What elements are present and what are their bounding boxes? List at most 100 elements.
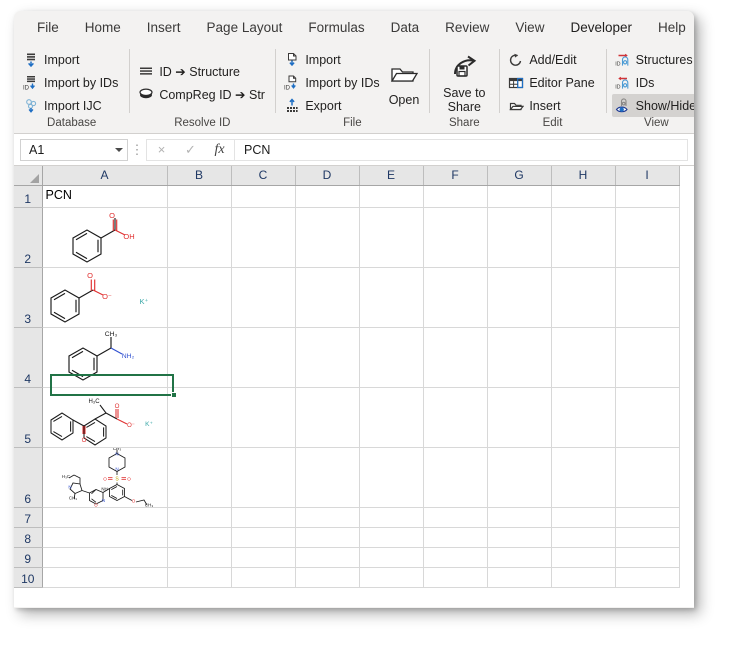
editor-pane-button[interactable]: Editor Pane bbox=[505, 71, 599, 94]
row-header-1[interactable]: 1 bbox=[14, 185, 42, 207]
import-by-ids-file-button[interactable]: ID Import by IDs bbox=[281, 71, 384, 94]
ribbon-tab-home[interactable]: Home bbox=[72, 15, 134, 40]
cell-i5[interactable] bbox=[615, 387, 679, 447]
cell-e1[interactable] bbox=[359, 185, 423, 207]
column-header-h[interactable]: H bbox=[551, 166, 615, 185]
cell-h1[interactable] bbox=[551, 185, 615, 207]
cell-c6[interactable] bbox=[231, 447, 295, 507]
cell-h5[interactable] bbox=[551, 387, 615, 447]
cell-b1[interactable] bbox=[167, 185, 231, 207]
cell-f3[interactable] bbox=[423, 267, 487, 327]
cell-f5[interactable] bbox=[423, 387, 487, 447]
cell-f2[interactable] bbox=[423, 207, 487, 267]
ribbon-tab-file[interactable]: File bbox=[24, 15, 72, 40]
column-header-b[interactable]: B bbox=[167, 166, 231, 185]
cell-e4[interactable] bbox=[359, 327, 423, 387]
cell-c3[interactable] bbox=[231, 267, 295, 327]
fill-handle[interactable] bbox=[171, 392, 177, 398]
cell-b4[interactable] bbox=[167, 327, 231, 387]
cell-d5[interactable] bbox=[295, 387, 359, 447]
cell-c7[interactable] bbox=[231, 507, 295, 527]
cell-h3[interactable] bbox=[551, 267, 615, 327]
add-edit-button[interactable]: Add/Edit bbox=[505, 48, 599, 71]
cell-i9[interactable] bbox=[615, 547, 679, 567]
cell-a5[interactable]: O O O⁻ H₃C K⁺ bbox=[42, 387, 167, 447]
insert-button[interactable]: Insert bbox=[505, 94, 599, 117]
import-database-button[interactable]: Import bbox=[20, 48, 123, 71]
cell-h7[interactable] bbox=[551, 507, 615, 527]
name-box[interactable]: A1 bbox=[20, 139, 128, 161]
import-ijc-button[interactable]: Import IJC bbox=[20, 94, 123, 117]
id-to-structure-button[interactable]: ID ➔ Structure bbox=[135, 60, 270, 83]
cell-g2[interactable] bbox=[487, 207, 551, 267]
cell-c4[interactable] bbox=[231, 327, 295, 387]
ribbon-tab-data[interactable]: Data bbox=[378, 15, 433, 40]
cell-a1[interactable]: PCN bbox=[42, 185, 167, 207]
cell-i7[interactable] bbox=[615, 507, 679, 527]
cell-c5[interactable] bbox=[231, 387, 295, 447]
row-header-6[interactable]: 6 bbox=[14, 447, 42, 507]
open-button[interactable]: Open bbox=[385, 58, 424, 107]
row-header-9[interactable]: 9 bbox=[14, 547, 42, 567]
cell-h2[interactable] bbox=[551, 207, 615, 267]
ribbon-tab-insert[interactable]: Insert bbox=[134, 15, 194, 40]
import-by-ids-database-button[interactable]: ID Import by IDs bbox=[20, 71, 123, 94]
cancel-formula-button[interactable]: × bbox=[147, 140, 176, 160]
row-header-2[interactable]: 2 bbox=[14, 207, 42, 267]
cell-d6[interactable] bbox=[295, 447, 359, 507]
cell-e6[interactable] bbox=[359, 447, 423, 507]
import-file-button[interactable]: Import bbox=[281, 48, 384, 71]
cell-a3[interactable]: O O⁻ K⁺ bbox=[42, 267, 167, 327]
ribbon-tab-view[interactable]: View bbox=[502, 15, 557, 40]
cell-h8[interactable] bbox=[551, 527, 615, 547]
select-all-corner[interactable] bbox=[14, 166, 42, 185]
cell-e3[interactable] bbox=[359, 267, 423, 327]
cell-b10[interactable] bbox=[167, 567, 231, 587]
cell-a4[interactable]: CH₃ NH₂ bbox=[42, 327, 167, 387]
row-header-10[interactable]: 10 bbox=[14, 567, 42, 587]
cell-f6[interactable] bbox=[423, 447, 487, 507]
cell-g8[interactable] bbox=[487, 527, 551, 547]
cell-f4[interactable] bbox=[423, 327, 487, 387]
cell-i2[interactable] bbox=[615, 207, 679, 267]
cell-d3[interactable] bbox=[295, 267, 359, 327]
row-header-7[interactable]: 7 bbox=[14, 507, 42, 527]
cell-b6[interactable] bbox=[167, 447, 231, 507]
column-header-a[interactable]: A bbox=[42, 166, 167, 185]
cell-h6[interactable] bbox=[551, 447, 615, 507]
cell-i4[interactable] bbox=[615, 327, 679, 387]
cell-a10[interactable] bbox=[42, 567, 167, 587]
cell-f10[interactable] bbox=[423, 567, 487, 587]
cell-h9[interactable] bbox=[551, 547, 615, 567]
cell-g6[interactable] bbox=[487, 447, 551, 507]
column-header-e[interactable]: E bbox=[359, 166, 423, 185]
cell-c2[interactable] bbox=[231, 207, 295, 267]
cell-i6[interactable] bbox=[615, 447, 679, 507]
cell-g3[interactable] bbox=[487, 267, 551, 327]
row-header-3[interactable]: 3 bbox=[14, 267, 42, 327]
cell-e9[interactable] bbox=[359, 547, 423, 567]
column-header-d[interactable]: D bbox=[295, 166, 359, 185]
show-hide-button[interactable]: Show/Hide bbox=[612, 94, 694, 117]
column-header-i[interactable]: I bbox=[615, 166, 679, 185]
column-header-f[interactable]: F bbox=[423, 166, 487, 185]
ribbon-tab-formulas[interactable]: Formulas bbox=[295, 15, 377, 40]
cell-f9[interactable] bbox=[423, 547, 487, 567]
cell-g7[interactable] bbox=[487, 507, 551, 527]
cell-b3[interactable] bbox=[167, 267, 231, 327]
cell-a6[interactable]: CH₃ N N S O O bbox=[42, 447, 167, 507]
ribbon-tab-help[interactable]: Help bbox=[645, 15, 694, 40]
cell-h4[interactable] bbox=[551, 327, 615, 387]
ribbon-tab-developer[interactable]: Developer bbox=[557, 15, 645, 40]
cell-g4[interactable] bbox=[487, 327, 551, 387]
cell-f7[interactable] bbox=[423, 507, 487, 527]
row-header-5[interactable]: 5 bbox=[14, 387, 42, 447]
cell-e5[interactable] bbox=[359, 387, 423, 447]
cell-e2[interactable] bbox=[359, 207, 423, 267]
cell-i8[interactable] bbox=[615, 527, 679, 547]
insert-function-button[interactable]: fx bbox=[205, 140, 234, 160]
cell-h10[interactable] bbox=[551, 567, 615, 587]
export-button[interactable]: Export bbox=[281, 94, 384, 117]
cell-b8[interactable] bbox=[167, 527, 231, 547]
cell-f1[interactable] bbox=[423, 185, 487, 207]
